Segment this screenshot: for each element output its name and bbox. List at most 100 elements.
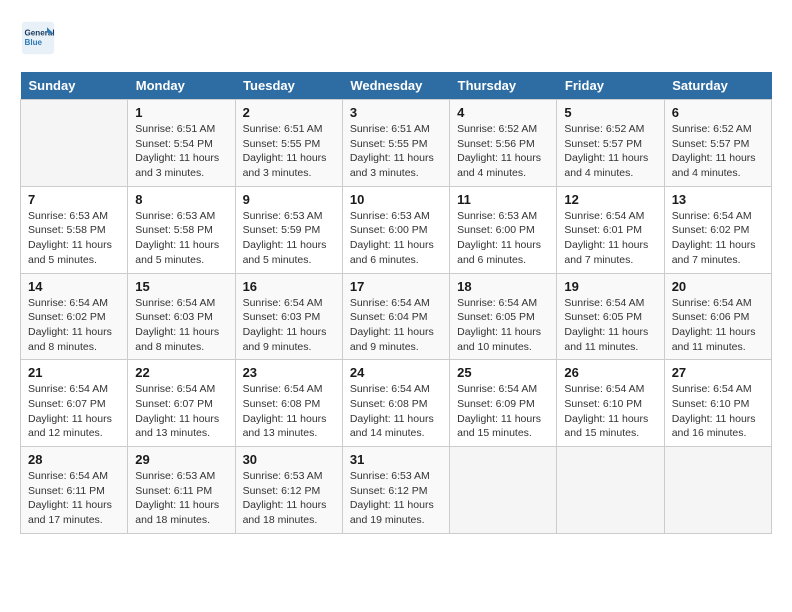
day-detail: Sunrise: 6:53 AM Sunset: 6:00 PM Dayligh… — [350, 209, 442, 268]
calendar-cell: 5 Sunrise: 6:52 AM Sunset: 5:57 PM Daylig… — [557, 100, 664, 187]
calendar-header: SundayMondayTuesdayWednesdayThursdayFrid… — [21, 72, 772, 100]
day-detail: Sunrise: 6:53 AM Sunset: 5:58 PM Dayligh… — [135, 209, 227, 268]
calendar-cell: 3 Sunrise: 6:51 AM Sunset: 5:55 PM Daylig… — [342, 100, 449, 187]
calendar-table: SundayMondayTuesdayWednesdayThursdayFrid… — [20, 72, 772, 534]
calendar-cell: 15 Sunrise: 6:54 AM Sunset: 6:03 PM Dayli… — [128, 273, 235, 360]
calendar-cell: 2 Sunrise: 6:51 AM Sunset: 5:55 PM Daylig… — [235, 100, 342, 187]
day-number: 23 — [243, 365, 335, 380]
header-cell-saturday: Saturday — [664, 72, 771, 100]
logo-icon: General Blue — [20, 20, 56, 56]
calendar-cell: 27 Sunrise: 6:54 AM Sunset: 6:10 PM Dayli… — [664, 360, 771, 447]
header-cell-monday: Monday — [128, 72, 235, 100]
day-number: 22 — [135, 365, 227, 380]
day-number: 1 — [135, 105, 227, 120]
day-detail: Sunrise: 6:53 AM Sunset: 6:00 PM Dayligh… — [457, 209, 549, 268]
week-row-2: 7 Sunrise: 6:53 AM Sunset: 5:58 PM Daylig… — [21, 186, 772, 273]
day-detail: Sunrise: 6:54 AM Sunset: 6:07 PM Dayligh… — [28, 382, 120, 441]
header-cell-thursday: Thursday — [450, 72, 557, 100]
day-detail: Sunrise: 6:52 AM Sunset: 5:57 PM Dayligh… — [564, 122, 656, 181]
week-row-3: 14 Sunrise: 6:54 AM Sunset: 6:02 PM Dayli… — [21, 273, 772, 360]
day-number: 14 — [28, 279, 120, 294]
calendar-cell — [664, 447, 771, 534]
calendar-cell: 23Sunrise: 6:54 AM Sunset: 6:08 PM Dayli… — [235, 360, 342, 447]
day-number: 7 — [28, 192, 120, 207]
day-number: 4 — [457, 105, 549, 120]
day-number: 5 — [564, 105, 656, 120]
calendar-cell: 1Sunrise: 6:51 AM Sunset: 5:54 PM Daylig… — [128, 100, 235, 187]
day-detail: Sunrise: 6:54 AM Sunset: 6:10 PM Dayligh… — [564, 382, 656, 441]
header-cell-tuesday: Tuesday — [235, 72, 342, 100]
day-number: 10 — [350, 192, 442, 207]
calendar-cell: 24Sunrise: 6:54 AM Sunset: 6:08 PM Dayli… — [342, 360, 449, 447]
calendar-cell: 16 Sunrise: 6:54 AM Sunset: 6:03 PM Dayli… — [235, 273, 342, 360]
day-detail: Sunrise: 6:54 AM Sunset: 6:03 PM Dayligh… — [243, 296, 335, 355]
calendar-cell: 22 Sunrise: 6:54 AM Sunset: 6:07 PM Dayli… — [128, 360, 235, 447]
calendar-cell: 13 Sunrise: 6:54 AM Sunset: 6:02 PM Dayli… — [664, 186, 771, 273]
day-detail: Sunrise: 6:53 AM Sunset: 6:12 PM Dayligh… — [243, 469, 335, 528]
calendar-cell: 20 Sunrise: 6:54 AM Sunset: 6:06 PM Dayli… — [664, 273, 771, 360]
calendar-cell — [450, 447, 557, 534]
logo: General Blue — [20, 20, 60, 56]
calendar-cell: 25 Sunrise: 6:54 AM Sunset: 6:09 PM Dayli… — [450, 360, 557, 447]
day-detail: Sunrise: 6:54 AM Sunset: 6:05 PM Dayligh… — [457, 296, 549, 355]
day-number: 24 — [350, 365, 442, 380]
day-detail: Sunrise: 6:54 AM Sunset: 6:01 PM Dayligh… — [564, 209, 656, 268]
calendar-cell: 12 Sunrise: 6:54 AM Sunset: 6:01 PM Dayli… — [557, 186, 664, 273]
calendar-cell: 10 Sunrise: 6:53 AM Sunset: 6:00 PM Dayli… — [342, 186, 449, 273]
calendar-cell: 7 Sunrise: 6:53 AM Sunset: 5:58 PM Daylig… — [21, 186, 128, 273]
calendar-cell: 4 Sunrise: 6:52 AM Sunset: 5:56 PM Daylig… — [450, 100, 557, 187]
day-number: 19 — [564, 279, 656, 294]
calendar-cell: 28Sunrise: 6:54 AM Sunset: 6:11 PM Dayli… — [21, 447, 128, 534]
calendar-cell: 30Sunrise: 6:53 AM Sunset: 6:12 PM Dayli… — [235, 447, 342, 534]
day-detail: Sunrise: 6:51 AM Sunset: 5:55 PM Dayligh… — [243, 122, 335, 181]
header-cell-sunday: Sunday — [21, 72, 128, 100]
day-detail: Sunrise: 6:53 AM Sunset: 5:59 PM Dayligh… — [243, 209, 335, 268]
calendar-cell: 6Sunrise: 6:52 AM Sunset: 5:57 PM Daylig… — [664, 100, 771, 187]
calendar-cell: 29Sunrise: 6:53 AM Sunset: 6:11 PM Dayli… — [128, 447, 235, 534]
day-number: 11 — [457, 192, 549, 207]
day-number: 3 — [350, 105, 442, 120]
day-detail: Sunrise: 6:54 AM Sunset: 6:07 PM Dayligh… — [135, 382, 227, 441]
week-row-5: 28Sunrise: 6:54 AM Sunset: 6:11 PM Dayli… — [21, 447, 772, 534]
day-detail: Sunrise: 6:51 AM Sunset: 5:55 PM Dayligh… — [350, 122, 442, 181]
day-detail: Sunrise: 6:52 AM Sunset: 5:56 PM Dayligh… — [457, 122, 549, 181]
day-number: 27 — [672, 365, 764, 380]
day-detail: Sunrise: 6:53 AM Sunset: 5:58 PM Dayligh… — [28, 209, 120, 268]
day-number: 26 — [564, 365, 656, 380]
day-number: 15 — [135, 279, 227, 294]
day-detail: Sunrise: 6:54 AM Sunset: 6:10 PM Dayligh… — [672, 382, 764, 441]
calendar-cell: 31Sunrise: 6:53 AM Sunset: 6:12 PM Dayli… — [342, 447, 449, 534]
day-number: 21 — [28, 365, 120, 380]
calendar-body: 1Sunrise: 6:51 AM Sunset: 5:54 PM Daylig… — [21, 100, 772, 534]
day-number: 6 — [672, 105, 764, 120]
header-row: SundayMondayTuesdayWednesdayThursdayFrid… — [21, 72, 772, 100]
calendar-cell: 17Sunrise: 6:54 AM Sunset: 6:04 PM Dayli… — [342, 273, 449, 360]
day-number: 2 — [243, 105, 335, 120]
calendar-cell: 11 Sunrise: 6:53 AM Sunset: 6:00 PM Dayli… — [450, 186, 557, 273]
day-detail: Sunrise: 6:54 AM Sunset: 6:02 PM Dayligh… — [28, 296, 120, 355]
day-number: 12 — [564, 192, 656, 207]
day-number: 25 — [457, 365, 549, 380]
calendar-cell: 9Sunrise: 6:53 AM Sunset: 5:59 PM Daylig… — [235, 186, 342, 273]
page-header: General Blue — [20, 20, 772, 56]
calendar-cell: 19 Sunrise: 6:54 AM Sunset: 6:05 PM Dayli… — [557, 273, 664, 360]
day-number: 29 — [135, 452, 227, 467]
day-number: 28 — [28, 452, 120, 467]
calendar-cell — [557, 447, 664, 534]
day-number: 20 — [672, 279, 764, 294]
calendar-cell: 18Sunrise: 6:54 AM Sunset: 6:05 PM Dayli… — [450, 273, 557, 360]
day-detail: Sunrise: 6:54 AM Sunset: 6:09 PM Dayligh… — [457, 382, 549, 441]
calendar-cell: 14 Sunrise: 6:54 AM Sunset: 6:02 PM Dayli… — [21, 273, 128, 360]
svg-text:Blue: Blue — [25, 38, 43, 47]
header-cell-friday: Friday — [557, 72, 664, 100]
calendar-cell — [21, 100, 128, 187]
calendar-cell: 26 Sunrise: 6:54 AM Sunset: 6:10 PM Dayli… — [557, 360, 664, 447]
day-number: 13 — [672, 192, 764, 207]
calendar-cell: 8Sunrise: 6:53 AM Sunset: 5:58 PM Daylig… — [128, 186, 235, 273]
day-detail: Sunrise: 6:54 AM Sunset: 6:05 PM Dayligh… — [564, 296, 656, 355]
day-number: 16 — [243, 279, 335, 294]
day-number: 17 — [350, 279, 442, 294]
day-detail: Sunrise: 6:54 AM Sunset: 6:06 PM Dayligh… — [672, 296, 764, 355]
day-detail: Sunrise: 6:54 AM Sunset: 6:03 PM Dayligh… — [135, 296, 227, 355]
day-detail: Sunrise: 6:54 AM Sunset: 6:02 PM Dayligh… — [672, 209, 764, 268]
